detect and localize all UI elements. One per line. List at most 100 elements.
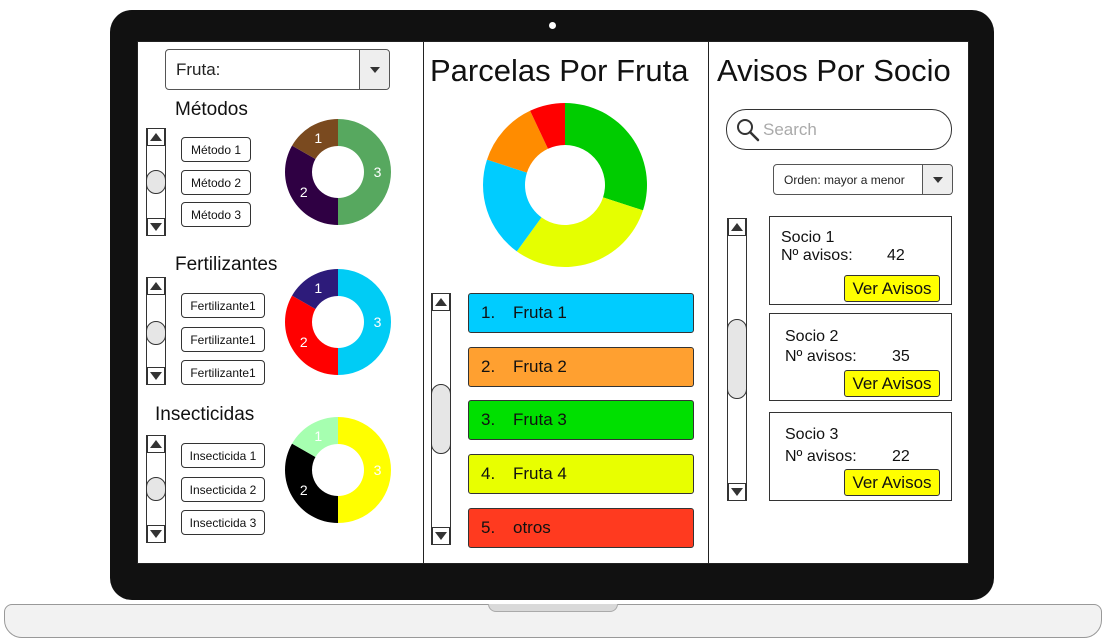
donut-segment-2	[285, 443, 338, 523]
fruit-item-number: 4.	[481, 464, 496, 483]
scroll-up-button[interactable]	[147, 128, 165, 146]
arrow-down-icon	[731, 488, 743, 496]
donut-segment-label: 2	[300, 334, 308, 350]
donut-segment-label: 1	[314, 428, 322, 444]
donut-segment-label: 3	[374, 164, 382, 180]
arrow-up-icon	[731, 223, 743, 231]
column-divider-left	[423, 42, 424, 563]
donut-segment-1	[338, 417, 391, 523]
fruit-item-number: 1.	[481, 303, 496, 322]
scroll-thumb[interactable]	[146, 170, 166, 194]
arrow-up-icon	[150, 440, 162, 448]
fruit-list-item-3[interactable]: 3. Fruta 3	[468, 400, 694, 440]
app-screen: Fruta: Métodos Método 1 Método 2 Método …	[137, 41, 969, 564]
search-input[interactable]	[763, 119, 943, 140]
socios-scrollbar[interactable]	[727, 218, 747, 501]
socio-name: Socio 3	[785, 426, 839, 443]
donut-segment-1	[565, 103, 647, 211]
donut-segment-1	[338, 119, 391, 225]
scroll-down-button[interactable]	[147, 525, 165, 543]
fertilizante-button-2[interactable]: Fertilizante1	[181, 327, 265, 352]
arrow-up-icon	[435, 298, 447, 306]
fruit-list-item-5[interactable]: 5. otros	[468, 508, 694, 548]
avisos-title: Avisos Por Socio	[717, 53, 951, 88]
insecticida-button-2[interactable]: Insecticida 2	[181, 477, 265, 502]
avisos-label: Nº avisos:	[785, 448, 857, 465]
fruit-item-label: otros	[513, 518, 551, 537]
scroll-up-button[interactable]	[432, 293, 450, 311]
scroll-up-button[interactable]	[147, 277, 165, 295]
fertilizantes-scrollbar[interactable]	[146, 277, 166, 385]
ver-avisos-button[interactable]: Ver Avisos	[844, 275, 940, 302]
insecticida-button-3[interactable]: Insecticida 3	[181, 510, 265, 535]
scroll-down-button[interactable]	[147, 367, 165, 385]
fruit-select-value: Fruta:	[176, 59, 221, 79]
socio-card-1: Socio 1 Nº avisos: 42 Ver Avisos	[769, 216, 952, 305]
fruit-item-number: 2.	[481, 357, 496, 376]
fruit-item-label: Fruta 3	[513, 410, 567, 429]
fertilizante-button-3[interactable]: Fertilizante1	[181, 360, 265, 385]
socio-card-3: Socio 3 Nº avisos: 22 Ver Avisos	[769, 412, 952, 501]
donut-segment-label: 1	[314, 130, 322, 146]
insecticidas-donut-chart: 3 2 1	[285, 417, 391, 523]
arrow-down-icon	[435, 532, 447, 540]
ver-avisos-button[interactable]: Ver Avisos	[844, 469, 940, 496]
column-divider-right	[708, 42, 709, 563]
arrow-down-icon	[150, 223, 162, 231]
insecticidas-scrollbar[interactable]	[146, 435, 166, 543]
scroll-down-button[interactable]	[432, 527, 450, 545]
fertilizantes-title: Fertilizantes	[175, 254, 278, 275]
camera-dot	[549, 22, 556, 29]
donut-segment-label: 3	[374, 462, 382, 478]
scroll-thumb[interactable]	[727, 319, 747, 399]
donut-segment-label: 2	[300, 482, 308, 498]
fruit-item-number: 3.	[481, 410, 496, 429]
scroll-thumb[interactable]	[431, 384, 451, 454]
fruit-select-dropdown-button[interactable]	[359, 50, 389, 89]
search-icon	[737, 118, 760, 141]
fruit-list-item-1[interactable]: 1. Fruta 1	[468, 293, 694, 333]
socio-card-2: Socio 2 Nº avisos: 35 Ver Avisos	[769, 313, 952, 401]
fruit-item-label: Fruta 1	[513, 303, 567, 322]
fertilizantes-donut-chart: 3 2 1	[285, 269, 391, 375]
order-select[interactable]: Orden: mayor a menor	[773, 164, 953, 195]
fruit-item-label: Fruta 4	[513, 464, 567, 483]
metodo-button-1[interactable]: Método 1	[181, 137, 251, 162]
parcelas-donut-chart	[483, 103, 647, 267]
insecticidas-title: Insecticidas	[155, 404, 255, 425]
donut-segment-2	[285, 295, 338, 375]
metodos-scrollbar[interactable]	[146, 128, 166, 236]
socio-name: Socio 1	[781, 229, 835, 246]
fruit-list-item-2[interactable]: 2. Fruta 2	[468, 347, 694, 387]
parcelas-title: Parcelas Por Fruta	[430, 53, 689, 88]
scroll-up-button[interactable]	[147, 435, 165, 453]
scroll-up-button[interactable]	[728, 218, 746, 236]
metodo-button-3[interactable]: Método 3	[181, 202, 251, 227]
avisos-label: Nº avisos:	[781, 247, 853, 264]
arrow-down-icon	[150, 530, 162, 538]
search-box[interactable]	[726, 109, 952, 150]
scroll-down-button[interactable]	[728, 483, 746, 501]
ver-avisos-button[interactable]: Ver Avisos	[844, 370, 940, 397]
scroll-thumb[interactable]	[146, 477, 166, 501]
donut-segment-2	[285, 145, 338, 225]
avisos-label: Nº avisos:	[785, 348, 857, 365]
socio-name: Socio 2	[785, 328, 839, 345]
order-select-dropdown-button[interactable]	[922, 165, 952, 194]
metodo-button-2[interactable]: Método 2	[181, 170, 251, 195]
donut-segment-label: 3	[374, 314, 382, 330]
fruit-list-item-4[interactable]: 4. Fruta 4	[468, 454, 694, 494]
fruit-item-label: Fruta 2	[513, 357, 567, 376]
scroll-down-button[interactable]	[147, 218, 165, 236]
scroll-thumb[interactable]	[146, 321, 166, 345]
arrow-up-icon	[150, 133, 162, 141]
avisos-count: 35	[892, 348, 910, 365]
avisos-count: 42	[887, 247, 905, 264]
chevron-down-icon	[369, 66, 380, 73]
donut-segment-label: 2	[300, 184, 308, 200]
fruit-list-scrollbar[interactable]	[431, 293, 451, 545]
metodos-title: Métodos	[175, 99, 248, 120]
fruit-select[interactable]: Fruta:	[165, 49, 390, 90]
insecticida-button-1[interactable]: Insecticida 1	[181, 443, 265, 468]
fertilizante-button-1[interactable]: Fertilizante1	[181, 293, 265, 318]
